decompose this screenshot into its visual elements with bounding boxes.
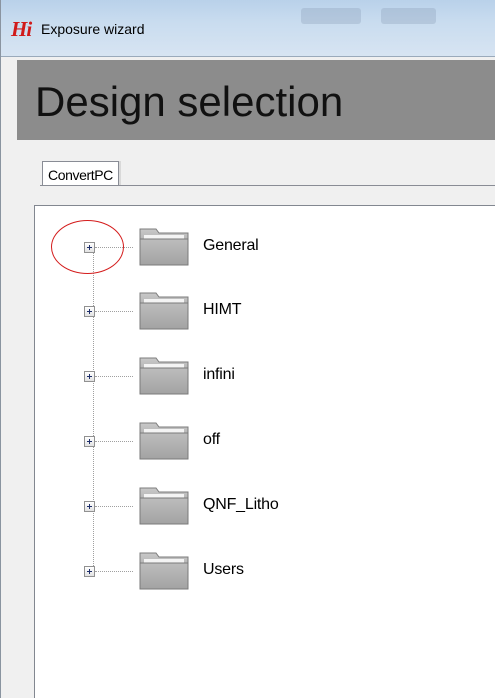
design-tree-view[interactable]: General HIMT infini off QNF_Litho Users bbox=[34, 205, 495, 698]
tree-node-label: QNF_Litho bbox=[203, 496, 279, 513]
title-bar[interactable]: Hi Exposure wizard bbox=[1, 0, 495, 57]
background-window-ghost bbox=[301, 8, 361, 24]
expand-plus-icon[interactable] bbox=[84, 306, 95, 317]
header-band: Design selection bbox=[17, 60, 495, 140]
tab-panel-border bbox=[40, 185, 495, 186]
tree-branch-line bbox=[95, 441, 133, 442]
exposure-wizard-window: Hi Exposure wizard Design selection Conv… bbox=[0, 0, 495, 698]
expand-plus-icon[interactable] bbox=[84, 371, 95, 382]
folder-icon bbox=[139, 357, 189, 395]
tree-branch-line bbox=[95, 571, 133, 572]
tree-branch-line bbox=[95, 311, 133, 312]
folder-icon bbox=[139, 552, 189, 590]
folder-icon bbox=[139, 422, 189, 460]
tree-node-label: HIMT bbox=[203, 301, 242, 318]
tree-node[interactable]: infini bbox=[35, 351, 435, 401]
app-logo-icon: Hi bbox=[11, 17, 32, 41]
background-window-ghost bbox=[381, 8, 436, 24]
expand-plus-icon[interactable] bbox=[84, 501, 95, 512]
tree-node[interactable]: QNF_Litho bbox=[35, 481, 435, 531]
tree-node-label: off bbox=[203, 431, 220, 448]
folder-icon bbox=[139, 292, 189, 330]
tab-convertpc[interactable]: ConvertPC bbox=[42, 161, 119, 186]
tree-node[interactable]: Users bbox=[35, 546, 435, 596]
folder-icon bbox=[139, 228, 189, 266]
tree-node[interactable]: General bbox=[35, 222, 435, 272]
page-title: Design selection bbox=[35, 78, 344, 125]
expand-plus-icon[interactable] bbox=[84, 566, 95, 577]
tree-node-label: infini bbox=[203, 366, 235, 383]
folder-icon bbox=[139, 487, 189, 525]
expand-plus-icon[interactable] bbox=[84, 242, 95, 253]
expand-plus-icon[interactable] bbox=[84, 436, 95, 447]
tab-strip: ConvertPC bbox=[17, 140, 495, 200]
window-title: Exposure wizard bbox=[41, 21, 145, 37]
tree-node[interactable]: off bbox=[35, 416, 435, 466]
tree-node[interactable]: HIMT bbox=[35, 286, 435, 336]
tree-branch-line bbox=[95, 376, 133, 377]
tree-node-label: General bbox=[203, 237, 259, 254]
tree-branch-line bbox=[95, 506, 133, 507]
tree-node-label: Users bbox=[203, 561, 244, 578]
tree-branch-line bbox=[95, 247, 133, 248]
